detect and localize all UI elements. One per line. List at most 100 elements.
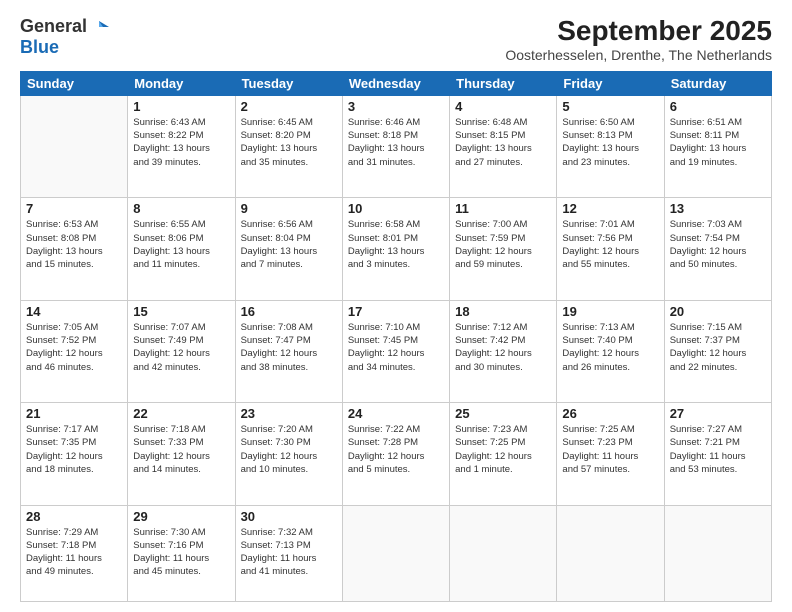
calendar-cell: 8Sunrise: 6:55 AM Sunset: 8:06 PM Daylig… <box>128 198 235 300</box>
calendar-cell: 11 Sunrise: 7:00 AM Sunset: 7:59 PM Dayli… <box>450 198 557 300</box>
day-info: Sunrise: 7:23 AM Sunset: 7:25 PM Dayligh… <box>455 423 551 476</box>
calendar-cell: 29 Sunrise: 7:30 AM Sunset: 7:16 PM Dayli… <box>128 505 235 601</box>
weekday-header-saturday: Saturday <box>664 71 771 95</box>
day-info: Sunrise: 6:51 AM Sunset: 8:11 PM Dayligh… <box>670 116 766 169</box>
calendar-cell: 2 Sunrise: 6:45 AM Sunset: 8:20 PM Daylig… <box>235 95 342 197</box>
calendar-cell: 15Sunrise: 7:07 AM Sunset: 7:49 PM Dayli… <box>128 300 235 402</box>
day-info: Sunrise: 7:15 AM Sunset: 7:37 PM Dayligh… <box>670 321 766 374</box>
day-number: 1 <box>133 99 229 114</box>
weekday-header-sunday: Sunday <box>21 71 128 95</box>
day-info: Sunrise: 7:25 AM Sunset: 7:23 PM Dayligh… <box>562 423 658 476</box>
day-info: Sunrise: 6:46 AM Sunset: 8:18 PM Dayligh… <box>348 116 444 169</box>
location-title: Oosterhesselen, Drenthe, The Netherlands <box>505 47 772 63</box>
day-number: 4 <box>455 99 551 114</box>
day-number: 30 <box>241 509 337 524</box>
day-number: 28 <box>26 509 122 524</box>
weekday-header-wednesday: Wednesday <box>342 71 449 95</box>
logo: General Blue <box>20 16 109 58</box>
day-info: Sunrise: 7:20 AM Sunset: 7:30 PM Dayligh… <box>241 423 337 476</box>
day-info: Sunrise: 7:00 AM Sunset: 7:59 PM Dayligh… <box>455 218 551 271</box>
day-info: Sunrise: 7:08 AM Sunset: 7:47 PM Dayligh… <box>241 321 337 374</box>
day-info: Sunrise: 7:17 AM Sunset: 7:35 PM Dayligh… <box>26 423 122 476</box>
day-number: 10 <box>348 201 444 216</box>
calendar-cell: 30 Sunrise: 7:32 AM Sunset: 7:13 PM Dayli… <box>235 505 342 601</box>
day-number: 2 <box>241 99 337 114</box>
calendar-cell: 19Sunrise: 7:13 AM Sunset: 7:40 PM Dayli… <box>557 300 664 402</box>
day-info: Sunrise: 6:50 AM Sunset: 8:13 PM Dayligh… <box>562 116 658 169</box>
calendar-cell: 26 Sunrise: 7:25 AM Sunset: 7:23 PM Dayli… <box>557 403 664 505</box>
day-info: Sunrise: 7:12 AM Sunset: 7:42 PM Dayligh… <box>455 321 551 374</box>
day-info: Sunrise: 6:56 AM Sunset: 8:04 PM Dayligh… <box>241 218 337 271</box>
day-number: 16 <box>241 304 337 319</box>
day-number: 27 <box>670 406 766 421</box>
day-number: 7 <box>26 201 122 216</box>
calendar-cell: 20 Sunrise: 7:15 AM Sunset: 7:37 PM Dayli… <box>664 300 771 402</box>
calendar-cell: 28 Sunrise: 7:29 AM Sunset: 7:18 PM Dayli… <box>21 505 128 601</box>
calendar-cell <box>557 505 664 601</box>
day-number: 3 <box>348 99 444 114</box>
day-number: 21 <box>26 406 122 421</box>
day-number: 20 <box>670 304 766 319</box>
day-info: Sunrise: 7:10 AM Sunset: 7:45 PM Dayligh… <box>348 321 444 374</box>
day-info: Sunrise: 7:29 AM Sunset: 7:18 PM Dayligh… <box>26 526 122 579</box>
day-number: 19 <box>562 304 658 319</box>
calendar-cell: 10 Sunrise: 6:58 AM Sunset: 8:01 PM Dayli… <box>342 198 449 300</box>
calendar-cell <box>450 505 557 601</box>
day-number: 15 <box>133 304 229 319</box>
logo-blue-text: Blue <box>20 37 59 58</box>
weekday-header-friday: Friday <box>557 71 664 95</box>
day-number: 5 <box>562 99 658 114</box>
calendar-cell: 1 Sunrise: 6:43 AM Sunset: 8:22 PM Daylig… <box>128 95 235 197</box>
calendar-cell: 25 Sunrise: 7:23 AM Sunset: 7:25 PM Dayli… <box>450 403 557 505</box>
day-number: 11 <box>455 201 551 216</box>
calendar-cell: 4 Sunrise: 6:48 AM Sunset: 8:15 PM Daylig… <box>450 95 557 197</box>
calendar-cell: 17 Sunrise: 7:10 AM Sunset: 7:45 PM Dayli… <box>342 300 449 402</box>
calendar-cell <box>342 505 449 601</box>
calendar-cell: 23 Sunrise: 7:20 AM Sunset: 7:30 PM Dayli… <box>235 403 342 505</box>
day-number: 12 <box>562 201 658 216</box>
calendar-cell: 12Sunrise: 7:01 AM Sunset: 7:56 PM Dayli… <box>557 198 664 300</box>
day-info: Sunrise: 6:53 AM Sunset: 8:08 PM Dayligh… <box>26 218 122 271</box>
day-number: 26 <box>562 406 658 421</box>
day-number: 17 <box>348 304 444 319</box>
calendar-cell: 14Sunrise: 7:05 AM Sunset: 7:52 PM Dayli… <box>21 300 128 402</box>
month-title: September 2025 <box>505 16 772 47</box>
calendar-cell: 9 Sunrise: 6:56 AM Sunset: 8:04 PM Daylig… <box>235 198 342 300</box>
day-number: 22 <box>133 406 229 421</box>
day-info: Sunrise: 6:58 AM Sunset: 8:01 PM Dayligh… <box>348 218 444 271</box>
day-info: Sunrise: 7:27 AM Sunset: 7:21 PM Dayligh… <box>670 423 766 476</box>
day-number: 8 <box>133 201 229 216</box>
day-info: Sunrise: 7:30 AM Sunset: 7:16 PM Dayligh… <box>133 526 229 579</box>
day-number: 18 <box>455 304 551 319</box>
weekday-header-thursday: Thursday <box>450 71 557 95</box>
calendar-cell: 7 Sunrise: 6:53 AM Sunset: 8:08 PM Daylig… <box>21 198 128 300</box>
day-info: Sunrise: 7:05 AM Sunset: 7:52 PM Dayligh… <box>26 321 122 374</box>
calendar-cell: 22Sunrise: 7:18 AM Sunset: 7:33 PM Dayli… <box>128 403 235 505</box>
calendar-cell <box>664 505 771 601</box>
day-info: Sunrise: 7:22 AM Sunset: 7:28 PM Dayligh… <box>348 423 444 476</box>
day-number: 13 <box>670 201 766 216</box>
logo-general-text: General <box>20 16 87 37</box>
calendar-cell: 16 Sunrise: 7:08 AM Sunset: 7:47 PM Dayli… <box>235 300 342 402</box>
day-info: Sunrise: 7:32 AM Sunset: 7:13 PM Dayligh… <box>241 526 337 579</box>
day-number: 29 <box>133 509 229 524</box>
day-number: 23 <box>241 406 337 421</box>
day-info: Sunrise: 6:43 AM Sunset: 8:22 PM Dayligh… <box>133 116 229 169</box>
day-info: Sunrise: 7:03 AM Sunset: 7:54 PM Dayligh… <box>670 218 766 271</box>
day-info: Sunrise: 6:48 AM Sunset: 8:15 PM Dayligh… <box>455 116 551 169</box>
day-number: 9 <box>241 201 337 216</box>
day-info: Sunrise: 6:45 AM Sunset: 8:20 PM Dayligh… <box>241 116 337 169</box>
calendar-cell: 18 Sunrise: 7:12 AM Sunset: 7:42 PM Dayli… <box>450 300 557 402</box>
logo-bird-icon <box>89 17 109 37</box>
weekday-header-monday: Monday <box>128 71 235 95</box>
calendar-cell: 13 Sunrise: 7:03 AM Sunset: 7:54 PM Dayli… <box>664 198 771 300</box>
calendar-cell <box>21 95 128 197</box>
calendar-cell: 3 Sunrise: 6:46 AM Sunset: 8:18 PM Daylig… <box>342 95 449 197</box>
day-number: 6 <box>670 99 766 114</box>
day-number: 25 <box>455 406 551 421</box>
title-block: September 2025 Oosterhesselen, Drenthe, … <box>505 16 772 63</box>
calendar-cell: 6 Sunrise: 6:51 AM Sunset: 8:11 PM Daylig… <box>664 95 771 197</box>
day-number: 24 <box>348 406 444 421</box>
calendar-cell: 27 Sunrise: 7:27 AM Sunset: 7:21 PM Dayli… <box>664 403 771 505</box>
calendar-cell: 5 Sunrise: 6:50 AM Sunset: 8:13 PM Daylig… <box>557 95 664 197</box>
